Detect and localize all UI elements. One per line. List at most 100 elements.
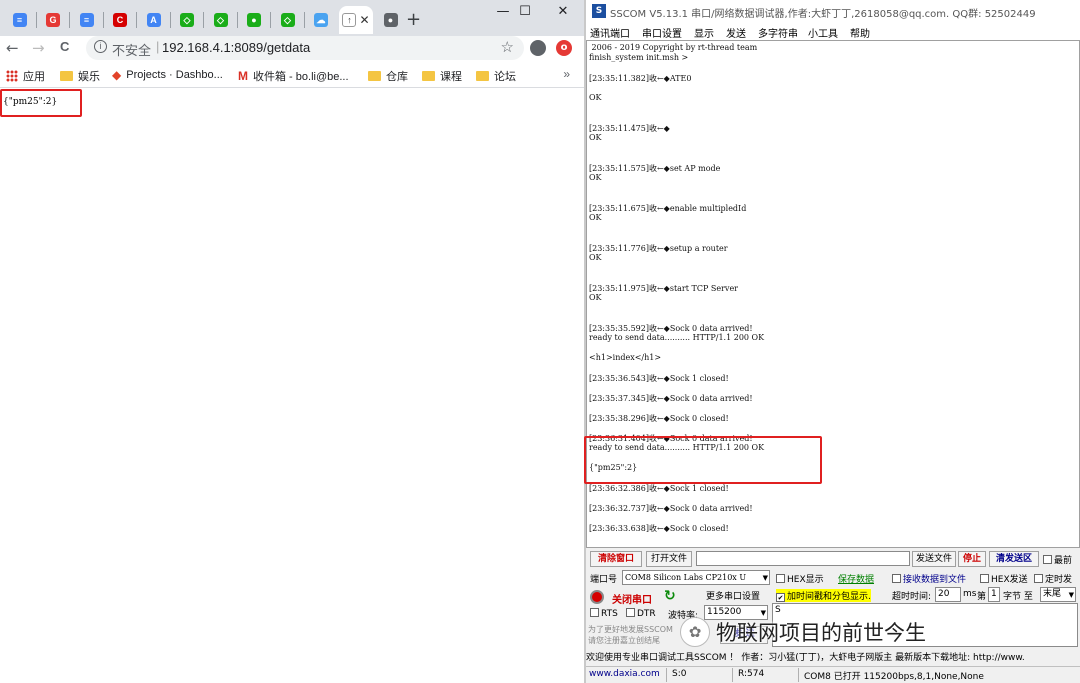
- tab-separator: [169, 12, 171, 28]
- browser-tab[interactable]: ◇: [205, 6, 236, 34]
- checkbox-icon[interactable]: [1034, 574, 1043, 583]
- ms-label: ms: [963, 589, 977, 599]
- checkbox-icon[interactable]: [590, 608, 599, 617]
- hex-display-option[interactable]: HEX显示: [776, 572, 824, 585]
- checkbox-checked-icon[interactable]: ✔: [776, 593, 785, 602]
- checkbox-icon[interactable]: [892, 574, 901, 583]
- bookmark-label: 课程: [440, 71, 462, 83]
- browser-tab[interactable]: ≡: [4, 6, 35, 34]
- chevron-down-icon: ▼: [762, 574, 768, 582]
- sscom-titlebar: S SSCOM V5.13.1 串口/网络数据调试器,作者:大虾丁丁,26180…: [586, 0, 1080, 22]
- terminal-line: [23:35:11.776]收←◆setup a router: [589, 244, 728, 253]
- checkbox-icon[interactable]: [980, 574, 989, 583]
- menu-item[interactable]: 显示: [694, 25, 714, 40]
- watermark-text: 物联网项目的前世今生: [716, 621, 926, 645]
- checkbox-icon[interactable]: [626, 608, 635, 617]
- stop-button[interactable]: 停止: [958, 551, 986, 567]
- receive-to-file-option[interactable]: 接收数据到文件: [892, 572, 966, 585]
- checkbox-icon[interactable]: [776, 574, 785, 583]
- bookmarks-bar: » 应用 娱乐 ◆ Projects · Dashbo... M 收件箱 - bo.li@…: [0, 64, 584, 88]
- rts-label: RTS: [601, 609, 618, 619]
- add-timestamp-option[interactable]: ✔ 加时间戳和分包显示.: [776, 589, 871, 602]
- byte-to-label: 字节 至: [1003, 592, 1033, 602]
- new-tab-button[interactable]: +: [406, 9, 421, 30]
- menu-item[interactable]: 通讯端口: [590, 25, 630, 40]
- clear-window-button[interactable]: 清除窗口: [590, 551, 642, 567]
- browser-window: + — ☐ ✕ ≡ G ≡ C A ◇ ◇ ● ◇ ☁ ↑ ✕ ● ← → C i 不安全 | 192.…: [0, 0, 584, 683]
- wechat-icon: ✿: [680, 617, 710, 647]
- menu-item[interactable]: 帮助: [850, 25, 870, 40]
- dtr-option[interactable]: DTR: [626, 608, 656, 619]
- sscom-title: SSCOM V5.13.1 串口/网络数据调试器,作者:大虾丁丁,2618058…: [610, 9, 1036, 20]
- terminal-line: ready to send data.......... HTTP/1.1 20…: [589, 333, 765, 342]
- close-port-button[interactable]: 关闭串口: [612, 591, 652, 606]
- browser-tab[interactable]: ↑ ✕: [339, 6, 373, 34]
- info-icon[interactable]: i: [94, 40, 107, 53]
- browser-tab[interactable]: ☁: [306, 6, 337, 34]
- status-site-link[interactable]: www.daxia.com: [589, 669, 660, 679]
- forward-icon[interactable]: →: [32, 39, 45, 57]
- bookmark-item[interactable]: 课程: [422, 68, 462, 84]
- menu-item[interactable]: 发送: [726, 25, 746, 40]
- status-sent-count: S:0: [672, 669, 687, 679]
- checkbox-icon[interactable]: [1043, 555, 1052, 564]
- clear-send-button[interactable]: 清发送区: [989, 551, 1039, 567]
- rts-option[interactable]: RTS: [590, 608, 618, 619]
- browser-tab[interactable]: ◇: [172, 6, 203, 34]
- tab-close-icon[interactable]: ✕: [359, 13, 369, 27]
- always-on-top-option[interactable]: 最前: [1043, 553, 1072, 566]
- browser-tab[interactable]: C: [105, 6, 136, 34]
- open-file-button[interactable]: 打开文件: [646, 551, 692, 567]
- terminal-line: [23:36:32.737]收←◆Sock 0 data arrived!: [589, 504, 753, 513]
- save-data-button[interactable]: 保存数据: [838, 572, 874, 585]
- timed-send-option[interactable]: 定时发: [1034, 572, 1072, 585]
- bookmark-item[interactable]: 娱乐: [60, 68, 100, 84]
- bookmark-item[interactable]: 论坛: [476, 68, 516, 84]
- browser-tab[interactable]: ◇: [272, 6, 303, 34]
- hex-send-option[interactable]: HEX发送: [980, 572, 1028, 585]
- refresh-icon[interactable]: ↻: [664, 588, 676, 604]
- tab-separator: [102, 12, 104, 28]
- close-icon[interactable]: ✕: [540, 0, 586, 22]
- browser-tab[interactable]: G: [38, 6, 69, 34]
- terminal-line: OK: [589, 93, 602, 102]
- reload-icon[interactable]: C: [60, 39, 69, 54]
- insecure-label: 不安全: [112, 43, 152, 58]
- status-port-info: COM8 已打开 115200bps,8,1,None,None: [804, 672, 984, 682]
- menu-item[interactable]: 小工具: [808, 25, 838, 40]
- browser-tab[interactable]: A: [138, 6, 169, 34]
- bookmark-item[interactable]: M 收件箱 - bo.li@be...: [238, 68, 349, 84]
- end-select[interactable]: 末尾 ▼: [1040, 587, 1076, 602]
- browser-tab[interactable]: ●: [239, 6, 270, 34]
- extension-icon[interactable]: o: [556, 40, 572, 56]
- receive-to-file-label: 接收数据到文件: [903, 575, 967, 585]
- profile-avatar-icon[interactable]: [530, 40, 546, 56]
- terminal-line: finish_system init.msh >: [589, 53, 689, 62]
- more-port-settings-button[interactable]: 更多串口设置: [706, 589, 760, 602]
- chevron-down-icon: ▼: [1068, 591, 1074, 599]
- bookmark-item[interactable]: 仓库: [368, 68, 408, 84]
- recycle-green-icon: ◇: [180, 13, 194, 27]
- promo-line-1: 为了更好地发展SSCOM: [588, 625, 673, 634]
- timed-send-label: 定时发: [1045, 575, 1073, 585]
- bookmark-item[interactable]: ◆ Projects · Dashbo...: [112, 68, 223, 82]
- url-text[interactable]: 192.168.4.1:8089/getdata: [162, 40, 310, 55]
- tab-separator: [203, 12, 204, 28]
- browser-tab[interactable]: ≡: [71, 6, 102, 34]
- news-ticker: 欢迎使用专业串口调试工具SSCOM ！ 作者：习小猛(丁丁)，大虾电子网版主 最…: [586, 650, 1080, 666]
- send-file-button[interactable]: 发送文件: [912, 551, 956, 567]
- back-icon[interactable]: ←: [6, 39, 19, 57]
- address-bar[interactable]: i 不安全 | 192.168.4.1:8089/getdata ☆: [86, 36, 524, 60]
- timeout-input[interactable]: 20: [935, 587, 961, 602]
- menu-item[interactable]: 串口设置: [642, 25, 682, 40]
- browser-tab[interactable]: ●: [375, 6, 406, 34]
- hex-send-label: HEX发送: [991, 575, 1028, 585]
- bookmark-star-icon[interactable]: ☆: [501, 38, 514, 56]
- menu-item[interactable]: 多字符串: [758, 25, 798, 40]
- file-path-field[interactable]: [696, 551, 910, 566]
- c-red-icon: C: [113, 13, 127, 27]
- bookmarks-more-icon[interactable]: »: [563, 67, 570, 81]
- port-select[interactable]: COM8 Silicon Labs CP210x U ▼: [622, 570, 770, 585]
- bookmark-item[interactable]: 应用: [6, 68, 45, 84]
- nth-byte-input[interactable]: 1: [988, 587, 1000, 602]
